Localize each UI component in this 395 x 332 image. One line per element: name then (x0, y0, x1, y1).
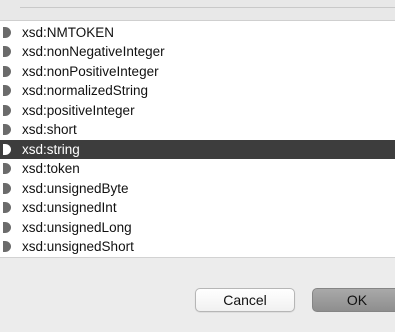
type-list[interactable]: xsd:NMTOKEN xsd:nonNegativeInteger xsd:non… (0, 20, 395, 258)
datatype-icon (3, 241, 11, 253)
dialog-top-strip (0, 0, 395, 20)
list-item[interactable]: xsd:unsignedLong (0, 218, 395, 238)
datatype-icon (3, 182, 11, 194)
top-divider (20, 7, 395, 8)
list-item-label: xsd:string (22, 141, 80, 157)
list-item[interactable]: xsd:normalizedString (0, 81, 395, 101)
list-item-label: xsd:unsignedLong (22, 219, 132, 235)
list-item-label: xsd:nonNegativeInteger (22, 44, 165, 60)
list-item-label: xsd:unsignedByte (22, 180, 129, 196)
list-item-label: xsd:normalizedString (22, 83, 149, 99)
datatype-icon (3, 65, 11, 77)
ok-button[interactable]: OK (312, 288, 395, 312)
list-item[interactable]: xsd:unsignedInt (0, 198, 395, 218)
datatype-icon (3, 202, 11, 214)
datatype-icon (3, 163, 11, 175)
datatype-icon (3, 26, 11, 38)
list-item[interactable]: xsd:unsignedByte (0, 179, 395, 199)
datatype-icon (3, 104, 11, 116)
list-item[interactable]: xsd:nonNegativeInteger (0, 42, 395, 62)
list-item[interactable]: xsd:short (0, 120, 395, 140)
list-item[interactable]: xsd:positiveInteger (0, 101, 395, 121)
list-item[interactable]: xsd:string (0, 139, 395, 159)
list-item-label: xsd:token (22, 161, 80, 177)
list-item-label: xsd:short (22, 122, 77, 138)
list-item[interactable]: xsd:nonPositiveInteger (0, 62, 395, 82)
datatype-icon (3, 143, 11, 155)
list-item-label: xsd:positiveInteger (22, 102, 135, 118)
list-item-label: xsd:nonPositiveInteger (22, 63, 159, 79)
list-item[interactable]: xsd:token (0, 159, 395, 179)
list-item[interactable]: xsd:NMTOKEN (0, 23, 395, 43)
datatype-icon (3, 85, 11, 97)
datatype-icon (3, 221, 11, 233)
list-item-label: xsd:NMTOKEN (22, 24, 115, 40)
list-item-label: xsd:unsignedInt (22, 200, 117, 216)
list-item-label: xsd:unsignedShort (22, 239, 134, 255)
cancel-button[interactable]: Cancel (195, 288, 295, 312)
list-item[interactable]: xsd:unsignedShort (0, 237, 395, 257)
datatype-icon (3, 124, 11, 136)
datatype-icon (3, 46, 11, 58)
dialog-button-bar: Cancel OK (0, 258, 395, 332)
